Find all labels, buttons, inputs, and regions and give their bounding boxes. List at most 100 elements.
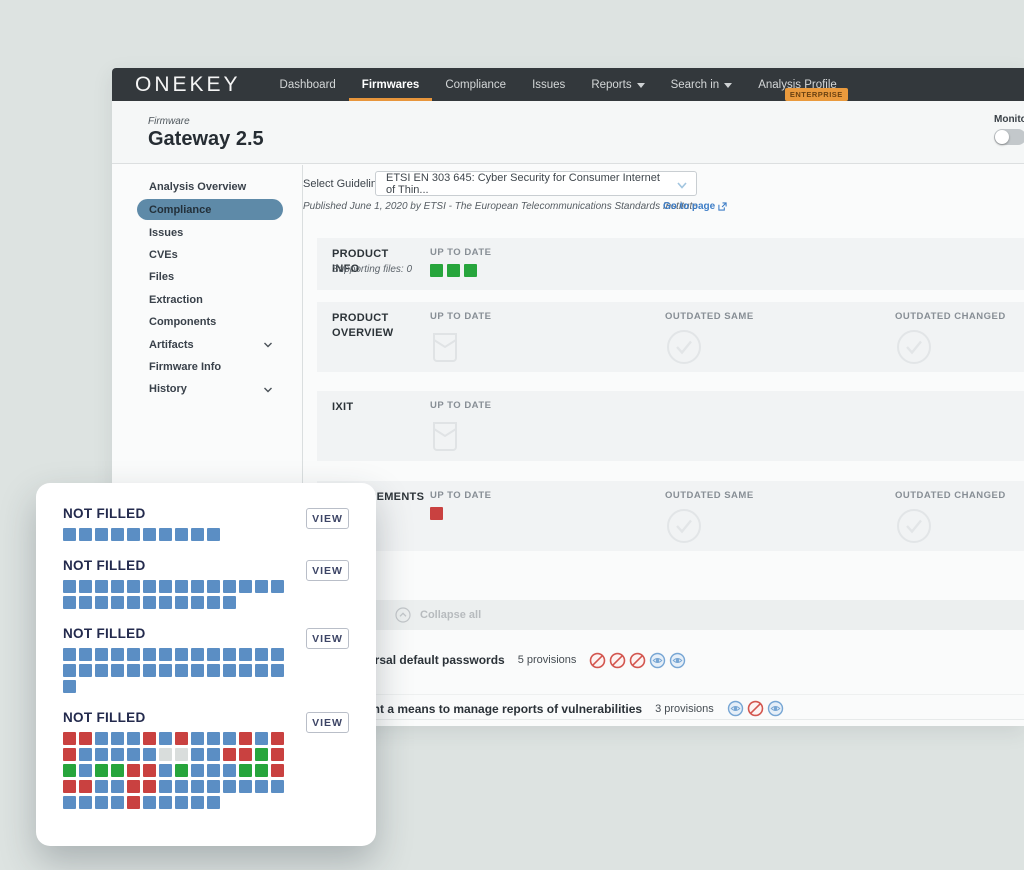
blue-provision-square[interactable] xyxy=(207,580,220,593)
blue-provision-square[interactable] xyxy=(271,580,284,593)
blue-provision-square[interactable] xyxy=(191,580,204,593)
blue-provision-square[interactable] xyxy=(223,580,236,593)
blue-provision-square[interactable] xyxy=(95,664,108,677)
nav-item-analysis-profile[interactable]: Analysis Profile ENTERPRISE xyxy=(745,68,850,101)
blue-provision-square[interactable] xyxy=(79,764,92,777)
prohibited-icon[interactable] xyxy=(609,652,626,669)
green-provision-square[interactable] xyxy=(175,764,188,777)
blue-provision-square[interactable] xyxy=(111,528,124,541)
blue-provision-square[interactable] xyxy=(127,664,140,677)
green-provision-square[interactable] xyxy=(111,764,124,777)
nav-item-search-in[interactable]: Search in xyxy=(658,68,746,101)
blue-provision-square[interactable] xyxy=(127,596,140,609)
provision-row-no-universal-default-passwords[interactable]: No universal default passwords 5 provisio… xyxy=(317,646,1024,674)
blue-provision-square[interactable] xyxy=(95,648,108,661)
blue-provision-square[interactable] xyxy=(175,648,188,661)
blue-provision-square[interactable] xyxy=(127,732,140,745)
blue-provision-square[interactable] xyxy=(127,748,140,761)
view-button[interactable]: VIEW xyxy=(306,508,349,529)
blue-provision-square[interactable] xyxy=(223,764,236,777)
blue-provision-square[interactable] xyxy=(191,764,204,777)
nav-item-reports[interactable]: Reports xyxy=(578,68,657,101)
blue-provision-square[interactable] xyxy=(159,764,172,777)
blue-provision-square[interactable] xyxy=(191,748,204,761)
nav-item-issues[interactable]: Issues xyxy=(519,68,578,101)
blue-provision-square[interactable] xyxy=(159,664,172,677)
blue-provision-square[interactable] xyxy=(207,780,220,793)
blue-provision-square[interactable] xyxy=(239,648,252,661)
guideline-select[interactable]: ETSI EN 303 645: Cyber Security for Cons… xyxy=(375,171,697,196)
blue-provision-square[interactable] xyxy=(127,580,140,593)
blue-provision-square[interactable] xyxy=(175,580,188,593)
blue-provision-square[interactable] xyxy=(159,732,172,745)
blue-provision-square[interactable] xyxy=(79,580,92,593)
blue-provision-square[interactable] xyxy=(143,648,156,661)
blue-provision-square[interactable] xyxy=(111,648,124,661)
blue-provision-square[interactable] xyxy=(175,528,188,541)
red-provision-square[interactable] xyxy=(143,780,156,793)
blue-provision-square[interactable] xyxy=(143,596,156,609)
nav-item-dashboard[interactable]: Dashboard xyxy=(267,68,349,101)
blue-provision-square[interactable] xyxy=(95,528,108,541)
sidebar-item-firmware-info[interactable]: Firmware Info xyxy=(137,356,283,378)
blue-provision-square[interactable] xyxy=(239,780,252,793)
blue-provision-square[interactable] xyxy=(159,528,172,541)
blue-provision-square[interactable] xyxy=(271,648,284,661)
red-provision-square[interactable] xyxy=(63,748,76,761)
blue-provision-square[interactable] xyxy=(223,780,236,793)
blue-provision-square[interactable] xyxy=(159,648,172,661)
gray-provision-square[interactable] xyxy=(175,748,188,761)
blue-provision-square[interactable] xyxy=(223,596,236,609)
blue-provision-square[interactable] xyxy=(95,796,108,809)
eye-icon[interactable] xyxy=(649,652,666,669)
red-provision-square[interactable] xyxy=(127,796,140,809)
red-provision-square[interactable] xyxy=(223,748,236,761)
blue-provision-square[interactable] xyxy=(63,664,76,677)
blue-provision-square[interactable] xyxy=(111,596,124,609)
blue-provision-square[interactable] xyxy=(95,596,108,609)
blue-provision-square[interactable] xyxy=(63,796,76,809)
blue-provision-square[interactable] xyxy=(143,748,156,761)
blue-provision-square[interactable] xyxy=(95,780,108,793)
eye-icon[interactable] xyxy=(727,700,744,717)
sidebar-item-files[interactable]: Files xyxy=(137,266,283,288)
blue-provision-square[interactable] xyxy=(63,580,76,593)
red-provision-square[interactable] xyxy=(79,780,92,793)
blue-provision-square[interactable] xyxy=(79,528,92,541)
red-provision-square[interactable] xyxy=(143,764,156,777)
red-provision-square[interactable] xyxy=(175,732,188,745)
blue-provision-square[interactable] xyxy=(175,596,188,609)
red-provision-square[interactable] xyxy=(271,748,284,761)
blue-provision-square[interactable] xyxy=(159,596,172,609)
collapse-all-button[interactable]: Collapse all xyxy=(317,600,1024,630)
blue-provision-square[interactable] xyxy=(95,748,108,761)
blue-provision-square[interactable] xyxy=(111,580,124,593)
sidebar-item-cves[interactable]: CVEs xyxy=(137,244,283,266)
blue-provision-square[interactable] xyxy=(95,732,108,745)
blue-provision-square[interactable] xyxy=(175,780,188,793)
green-provision-square[interactable] xyxy=(95,764,108,777)
nav-item-firmwares[interactable]: Firmwares xyxy=(348,68,433,101)
blue-provision-square[interactable] xyxy=(223,732,236,745)
blue-provision-square[interactable] xyxy=(79,796,92,809)
blue-provision-square[interactable] xyxy=(207,596,220,609)
monitor-toggle[interactable] xyxy=(994,129,1024,145)
view-button[interactable]: VIEW xyxy=(306,560,349,581)
blue-provision-square[interactable] xyxy=(255,580,268,593)
blue-provision-square[interactable] xyxy=(223,664,236,677)
blue-provision-square[interactable] xyxy=(255,780,268,793)
blue-provision-square[interactable] xyxy=(111,732,124,745)
sidebar-item-compliance[interactable]: Compliance xyxy=(137,199,283,221)
blue-provision-square[interactable] xyxy=(143,796,156,809)
blue-provision-square[interactable] xyxy=(111,748,124,761)
blue-provision-square[interactable] xyxy=(255,664,268,677)
blue-provision-square[interactable] xyxy=(239,580,252,593)
blue-provision-square[interactable] xyxy=(207,748,220,761)
sidebar-item-artifacts[interactable]: Artifacts xyxy=(137,333,283,355)
blue-provision-square[interactable] xyxy=(127,528,140,541)
blue-provision-square[interactable] xyxy=(111,796,124,809)
green-provision-square[interactable] xyxy=(255,764,268,777)
blue-provision-square[interactable] xyxy=(175,664,188,677)
blue-provision-square[interactable] xyxy=(207,648,220,661)
blue-provision-square[interactable] xyxy=(191,664,204,677)
